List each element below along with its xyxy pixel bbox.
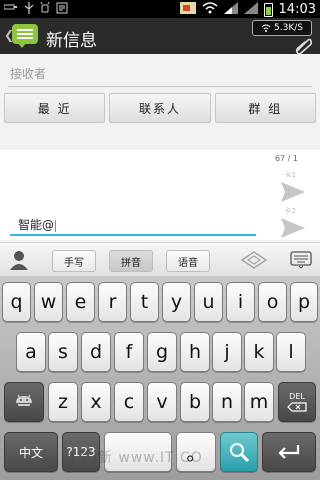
search-icon: [230, 443, 250, 463]
enter-key[interactable]: [262, 432, 316, 472]
handwrite-mode-button[interactable]: 手写: [52, 250, 96, 272]
key-w[interactable]: w: [34, 282, 63, 322]
android-icon: [16, 394, 32, 406]
send-sim2-icon[interactable]: [280, 216, 306, 244]
usb-icon: [3, 2, 18, 17]
attach-icon[interactable]: [294, 38, 313, 58]
status-indicators: 14:03: [179, 1, 316, 18]
sim1-label: 卡1: [284, 171, 296, 179]
contact-source-buttons: 最 近 联系人 群 组: [4, 93, 316, 123]
soft-keyboard: q w e r t y u i o p a s d f g h j k l z …: [0, 276, 320, 480]
period-key[interactable]: 。: [176, 432, 216, 472]
key-c[interactable]: c: [114, 382, 144, 422]
notification-icons: [3, 1, 68, 17]
pinyin-mode-button[interactable]: 拼音: [109, 250, 153, 272]
message-input[interactable]: 智能@: [18, 216, 57, 233]
key-j[interactable]: j: [212, 332, 242, 372]
key-d[interactable]: d: [81, 332, 111, 372]
key-u[interactable]: u: [194, 282, 223, 322]
delete-key-label: DEL: [289, 392, 305, 401]
key-z[interactable]: z: [48, 382, 78, 422]
user-icon[interactable]: [8, 250, 30, 270]
voice-mode-button[interactable]: 语音: [166, 250, 210, 272]
app-notification-icon: [56, 2, 68, 17]
key-e[interactable]: e: [66, 282, 95, 322]
key-o[interactable]: o: [258, 282, 287, 322]
language-key[interactable]: 中文: [4, 432, 58, 472]
usb-debug-icon: [24, 2, 34, 17]
key-n[interactable]: n: [212, 382, 242, 422]
debug-icon: [40, 1, 50, 17]
network-speed-text: 5.3K/S: [274, 23, 303, 33]
key-s[interactable]: s: [48, 332, 78, 372]
space-key[interactable]: [104, 432, 172, 472]
send-sim1-icon[interactable]: [280, 180, 306, 208]
key-y[interactable]: y: [162, 282, 191, 322]
contacts-button[interactable]: 联系人: [109, 93, 211, 123]
key-g[interactable]: g: [147, 332, 177, 372]
key-v[interactable]: v: [147, 382, 177, 422]
photo-notification-icon: [179, 1, 196, 18]
key-f[interactable]: f: [114, 332, 144, 372]
compose-area: 67 / 1 卡1 卡2 智能@: [0, 150, 320, 240]
backspace-icon: [287, 402, 307, 412]
key-m[interactable]: m: [244, 382, 274, 422]
text-cursor: [55, 219, 57, 232]
symbols-key[interactable]: ?123: [62, 432, 100, 472]
signal-icon: [223, 2, 238, 17]
shift-key[interactable]: [4, 382, 44, 422]
message-text: 智能@: [18, 218, 55, 232]
key-i[interactable]: i: [226, 282, 255, 322]
key-q[interactable]: q: [2, 282, 31, 322]
battery-icon: [263, 2, 273, 17]
recipient-field[interactable]: [8, 60, 316, 88]
wifi-small-icon: [261, 24, 271, 32]
recent-button[interactable]: 最 近: [4, 93, 106, 123]
ime-toolbar: 手写 拼音 语音: [0, 242, 320, 277]
action-bar: ❮ 新信息 5.3K/S: [0, 18, 320, 55]
keyboard-icon[interactable]: [290, 251, 312, 269]
page-title: 新信息: [46, 31, 97, 51]
enter-icon: [278, 445, 300, 459]
network-speed-badge: 5.3K/S: [252, 20, 312, 36]
key-l[interactable]: l: [276, 332, 306, 372]
ime-logo-icon[interactable]: [238, 251, 270, 269]
message-input-underline: [10, 234, 256, 236]
key-h[interactable]: h: [180, 332, 210, 372]
clock: 14:03: [278, 2, 316, 17]
delete-key[interactable]: DEL: [278, 382, 316, 422]
wifi-icon: [202, 2, 218, 17]
sim2-label: 卡2: [284, 207, 296, 215]
key-k[interactable]: k: [244, 332, 274, 372]
key-p[interactable]: p: [290, 282, 318, 322]
groups-button[interactable]: 群 组: [214, 93, 316, 123]
key-t[interactable]: t: [130, 282, 159, 322]
key-x[interactable]: x: [81, 382, 111, 422]
char-counter: 67 / 1: [274, 154, 298, 163]
sim-icon: [243, 2, 258, 17]
key-r[interactable]: r: [98, 282, 127, 322]
messaging-app-icon[interactable]: [12, 24, 38, 48]
status-bar: 14:03: [0, 0, 320, 18]
key-a[interactable]: a: [16, 332, 46, 372]
recipient-input[interactable]: [8, 60, 316, 88]
key-b[interactable]: b: [180, 382, 210, 422]
search-key[interactable]: [220, 432, 258, 472]
